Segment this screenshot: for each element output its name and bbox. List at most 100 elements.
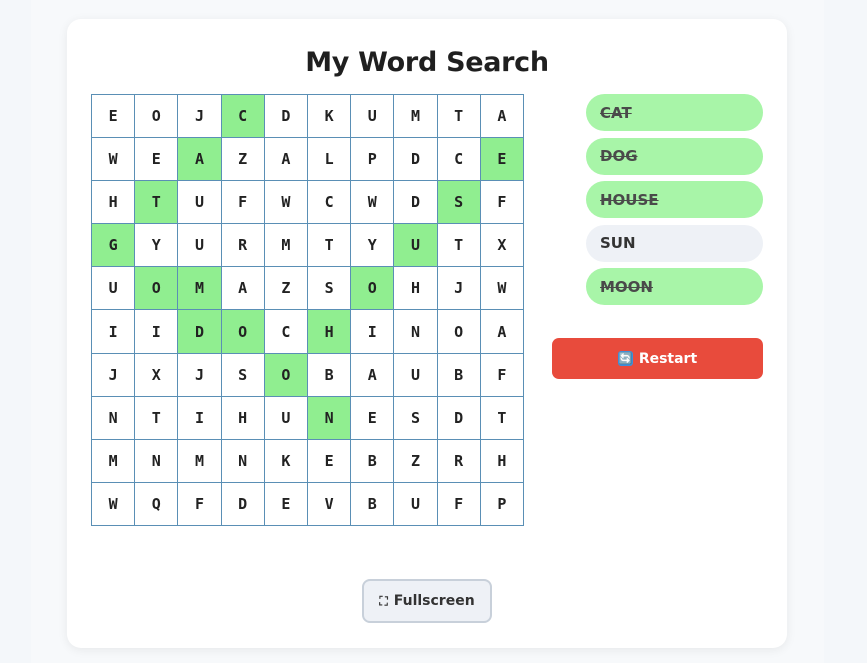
fullscreen-button[interactable]: ⛶ Fullscreen xyxy=(362,579,492,623)
grid-cell[interactable]: V xyxy=(308,482,352,526)
grid-cell[interactable]: L xyxy=(308,138,352,182)
grid-cell[interactable]: U xyxy=(351,95,395,139)
grid-cell[interactable]: S xyxy=(394,396,438,440)
grid-cell[interactable]: U xyxy=(394,224,438,268)
grid-cell[interactable]: T xyxy=(308,224,352,268)
grid-cell[interactable]: J xyxy=(178,95,222,139)
grid-cell[interactable]: O xyxy=(437,310,481,354)
grid-cell[interactable]: S xyxy=(437,181,481,225)
grid-cell[interactable]: Z xyxy=(394,439,438,483)
grid-cell[interactable]: B xyxy=(351,482,395,526)
grid-cell[interactable]: E xyxy=(308,439,352,483)
grid-cell[interactable]: D xyxy=(394,181,438,225)
grid-cell[interactable]: B xyxy=(308,353,352,397)
grid-cell[interactable]: W xyxy=(92,138,136,182)
grid-cell[interactable]: K xyxy=(264,439,308,483)
grid-cell[interactable]: M xyxy=(264,224,308,268)
grid-cell[interactable]: I xyxy=(351,310,395,354)
grid-cell[interactable]: C xyxy=(221,95,265,139)
grid-cell[interactable]: A xyxy=(221,267,265,311)
grid-cell[interactable]: T xyxy=(135,396,179,440)
grid-cell[interactable]: C xyxy=(308,181,352,225)
grid-cell[interactable]: U xyxy=(178,181,222,225)
grid-cell[interactable]: T xyxy=(480,396,524,440)
grid-cell[interactable]: A xyxy=(178,138,222,182)
grid-cell[interactable]: U xyxy=(178,224,222,268)
grid-cell[interactable]: G xyxy=(92,224,136,268)
grid-cell[interactable]: N xyxy=(135,439,179,483)
grid-cell[interactable]: I xyxy=(135,310,179,354)
grid-cell[interactable]: N xyxy=(92,396,136,440)
grid-cell[interactable]: W xyxy=(92,482,136,526)
grid-cell[interactable]: O xyxy=(264,353,308,397)
grid-cell[interactable]: Z xyxy=(264,267,308,311)
grid-cell[interactable]: F xyxy=(480,181,524,225)
grid-cell[interactable]: I xyxy=(178,396,222,440)
grid-cell[interactable]: U xyxy=(92,267,136,311)
grid-cell[interactable]: P xyxy=(480,482,524,526)
grid-cell[interactable]: H xyxy=(394,267,438,311)
grid-cell[interactable]: E xyxy=(135,138,179,182)
grid-cell[interactable]: B xyxy=(351,439,395,483)
grid-cell[interactable]: O xyxy=(351,267,395,311)
restart-button[interactable]: 🔄 Restart xyxy=(552,338,763,379)
grid-cell[interactable]: T xyxy=(437,224,481,268)
grid-cell[interactable]: J xyxy=(437,267,481,311)
grid-cell[interactable]: W xyxy=(480,267,524,311)
grid-cell[interactable]: M xyxy=(178,439,222,483)
grid-cell[interactable]: U xyxy=(394,482,438,526)
grid-cell[interactable]: S xyxy=(308,267,352,311)
grid-cell[interactable]: T xyxy=(135,181,179,225)
grid-cell[interactable]: U xyxy=(264,396,308,440)
grid-cell[interactable]: M xyxy=(178,267,222,311)
grid-cell[interactable]: J xyxy=(178,353,222,397)
grid-cell[interactable]: H xyxy=(308,310,352,354)
grid-cell[interactable]: F xyxy=(480,353,524,397)
grid-cell[interactable]: N xyxy=(394,310,438,354)
grid-cell[interactable]: O xyxy=(135,267,179,311)
grid-cell[interactable]: A xyxy=(480,310,524,354)
grid-cell[interactable]: Z xyxy=(221,138,265,182)
grid-cell[interactable]: Y xyxy=(135,224,179,268)
grid-cell[interactable]: C xyxy=(264,310,308,354)
grid-cell[interactable]: E xyxy=(351,396,395,440)
grid-cell[interactable]: M xyxy=(394,95,438,139)
grid-cell[interactable]: R xyxy=(221,224,265,268)
grid-cell[interactable]: B xyxy=(437,353,481,397)
grid-cell[interactable]: U xyxy=(394,353,438,397)
grid-cell[interactable]: A xyxy=(264,138,308,182)
grid-cell[interactable]: F xyxy=(221,181,265,225)
grid-cell[interactable]: A xyxy=(480,95,524,139)
grid-cell[interactable]: H xyxy=(480,439,524,483)
grid-cell[interactable]: A xyxy=(351,353,395,397)
grid-cell[interactable]: T xyxy=(437,95,481,139)
grid-cell[interactable]: J xyxy=(92,353,136,397)
grid-cell[interactable]: Y xyxy=(351,224,395,268)
grid-cell[interactable]: X xyxy=(480,224,524,268)
grid-cell[interactable]: E xyxy=(480,138,524,182)
grid-cell[interactable]: X xyxy=(135,353,179,397)
grid-cell[interactable]: F xyxy=(437,482,481,526)
grid-cell[interactable]: C xyxy=(437,138,481,182)
grid-cell[interactable]: D xyxy=(178,310,222,354)
grid-cell[interactable]: N xyxy=(308,396,352,440)
grid-cell[interactable]: E xyxy=(264,482,308,526)
grid-cell[interactable]: R xyxy=(437,439,481,483)
grid-cell[interactable]: Q xyxy=(135,482,179,526)
grid-cell[interactable]: H xyxy=(221,396,265,440)
grid-cell[interactable]: M xyxy=(92,439,136,483)
grid-cell[interactable]: N xyxy=(221,439,265,483)
grid-cell[interactable]: D xyxy=(437,396,481,440)
grid-cell[interactable]: W xyxy=(264,181,308,225)
grid-cell[interactable]: P xyxy=(351,138,395,182)
grid-cell[interactable]: F xyxy=(178,482,222,526)
grid-cell[interactable]: H xyxy=(92,181,136,225)
grid-cell[interactable]: O xyxy=(221,310,265,354)
grid-cell[interactable]: O xyxy=(135,95,179,139)
grid-cell[interactable]: D xyxy=(394,138,438,182)
grid-cell[interactable]: D xyxy=(264,95,308,139)
grid-cell[interactable]: W xyxy=(351,181,395,225)
grid-cell[interactable]: K xyxy=(308,95,352,139)
grid-cell[interactable]: D xyxy=(221,482,265,526)
grid-cell[interactable]: I xyxy=(92,310,136,354)
